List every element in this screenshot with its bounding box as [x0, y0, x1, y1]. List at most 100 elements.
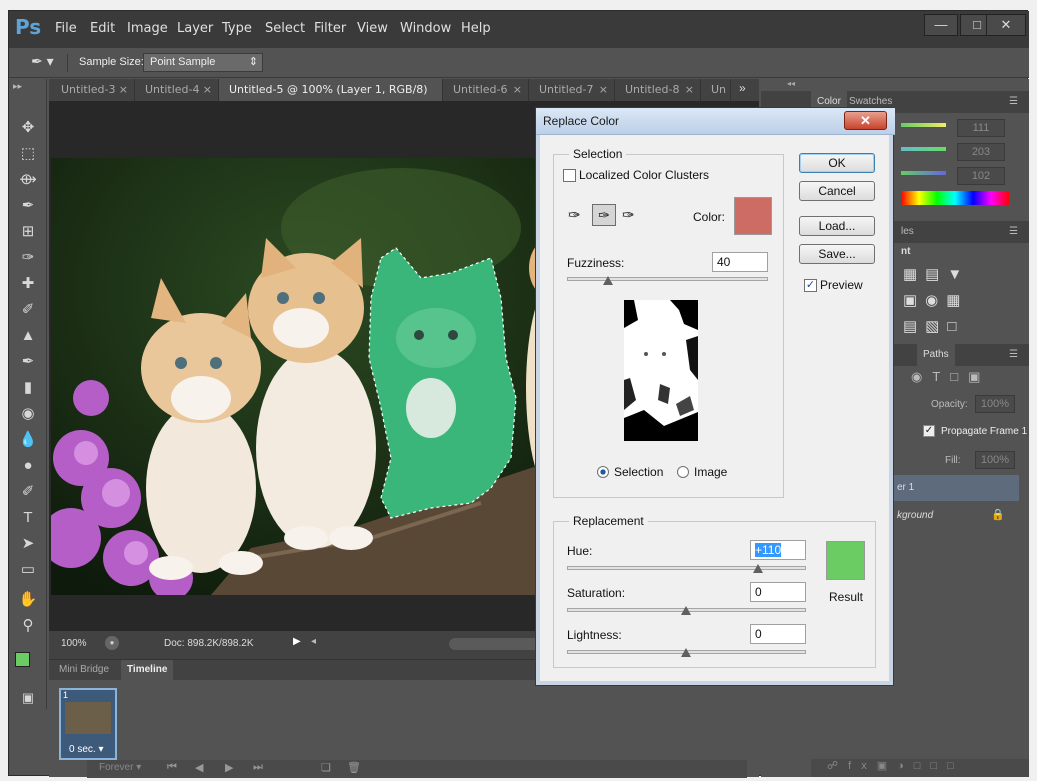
menu-help[interactable]: Help: [461, 21, 491, 36]
adjustment-icons-row-2[interactable]: ▣◉▦: [903, 291, 968, 309]
panel-menu-icon[interactable]: ☰: [1009, 344, 1018, 366]
move-tool-icon[interactable]: ✥: [15, 117, 41, 139]
menu-view[interactable]: View: [357, 21, 388, 36]
menu-image[interactable]: Image: [127, 21, 168, 36]
hue-slider-thumb[interactable]: [753, 564, 763, 573]
hue-input[interactable]: +110: [750, 540, 806, 560]
color-value-b[interactable]: 102: [957, 167, 1005, 185]
result-swatch[interactable]: [826, 541, 865, 580]
eyedropper-icon[interactable]: ✒ ▾: [31, 53, 59, 73]
preview-checkbox[interactable]: ✓: [804, 279, 817, 292]
kittens-photo[interactable]: [51, 158, 561, 595]
tab-untitled-3[interactable]: Untitled-3 ×: [51, 79, 135, 101]
tab-untitled-7[interactable]: Untitled-7 ×: [529, 79, 615, 101]
dodge-tool-icon[interactable]: ●: [15, 455, 41, 477]
menu-window[interactable]: Window: [400, 21, 451, 36]
sample-size-select[interactable]: Point Sample ⇕: [143, 53, 263, 72]
menu-edit[interactable]: Edit: [90, 21, 115, 36]
share-icon[interactable]: ●: [105, 636, 119, 650]
animation-frame[interactable]: 1 0 sec. ▾: [59, 688, 117, 760]
history-brush-icon[interactable]: ✒: [15, 351, 41, 373]
fill-field[interactable]: 100%: [975, 451, 1015, 469]
lasso-tool-icon[interactable]: ⟴: [15, 169, 41, 191]
load-button[interactable]: Load...: [799, 216, 875, 236]
saturation-input[interactable]: 0: [750, 582, 806, 602]
collapse-tools-icon[interactable]: ▸▸: [13, 81, 22, 92]
color-spectrum[interactable]: [901, 191, 1009, 205]
collapse-panels-icon[interactable]: ◂◂: [761, 79, 1029, 91]
saturation-slider-thumb[interactable]: [681, 606, 691, 615]
loop-select[interactable]: Forever ▾: [99, 762, 141, 773]
adjustments-tab-fragment[interactable]: les: [901, 221, 914, 243]
tab-paths[interactable]: Paths: [917, 344, 955, 366]
delete-frame-icon[interactable]: 🗑: [347, 761, 361, 774]
panel-menu-icon[interactable]: ☰: [1009, 221, 1018, 243]
hand-tool-icon[interactable]: ✋: [15, 589, 41, 611]
zoom-level[interactable]: 100%: [61, 638, 87, 649]
zoom-tool-icon[interactable]: ⚲: [15, 615, 41, 637]
paint-bucket-icon[interactable]: ◉: [15, 403, 41, 425]
menu-select[interactable]: Select: [265, 21, 305, 36]
blue-slider[interactable]: [901, 171, 946, 175]
scroll-left-icon[interactable]: ◂: [311, 636, 316, 647]
pen-tool-icon[interactable]: ✐: [15, 481, 41, 503]
color-value-g[interactable]: 203: [957, 143, 1005, 161]
panel-menu-icon[interactable]: ☰: [1009, 91, 1018, 113]
menu-layer[interactable]: Layer: [177, 21, 213, 36]
foreground-color[interactable]: [15, 652, 30, 667]
eyedropper-minus-icon[interactable]: ✑: [622, 206, 635, 224]
brush-tool-icon[interactable]: ✐: [15, 299, 41, 321]
close-window-button[interactable]: ✕: [986, 14, 1026, 36]
eyedropper-icon[interactable]: ✑: [568, 206, 581, 224]
radio-selection[interactable]: [597, 466, 609, 478]
layer-filter-icons[interactable]: ◉T□▣: [911, 369, 990, 385]
marquee-tool-icon[interactable]: ⬚: [15, 143, 41, 165]
menu-filter[interactable]: Filter: [314, 21, 346, 36]
eraser-tool-icon[interactable]: ▮: [15, 377, 41, 399]
opacity-field[interactable]: 100%: [975, 395, 1015, 413]
hue-slider[interactable]: [567, 566, 806, 570]
next-frame-icon[interactable]: ⏭: [253, 761, 263, 774]
prev-frame-icon[interactable]: ◀: [195, 761, 203, 774]
ok-button[interactable]: OK: [799, 153, 875, 173]
eyedropper-tool-icon[interactable]: ✑: [15, 247, 41, 269]
selection-color-swatch[interactable]: [734, 197, 772, 235]
menu-type[interactable]: Type: [222, 21, 252, 36]
fuzziness-slider-thumb[interactable]: [603, 276, 613, 285]
propagate-checkbox[interactable]: ✓: [923, 425, 935, 437]
healing-tool-icon[interactable]: ✚: [15, 273, 41, 295]
localized-checkbox[interactable]: [563, 169, 576, 182]
crop-tool-icon[interactable]: ⊞: [15, 221, 41, 243]
eyedropper-plus-icon[interactable]: ✑: [592, 204, 616, 226]
frame-delay[interactable]: 0 sec. ▾: [69, 744, 104, 755]
tab-mini-bridge[interactable]: Mini Bridge: [55, 662, 113, 678]
more-tabs-icon[interactable]: »: [739, 81, 746, 95]
fuzziness-slider[interactable]: [567, 277, 768, 281]
radio-image[interactable]: [677, 466, 689, 478]
lightness-input[interactable]: 0: [750, 624, 806, 644]
cancel-button[interactable]: Cancel: [799, 181, 875, 201]
color-value-r[interactable]: 111: [957, 119, 1005, 137]
play-icon[interactable]: ▶: [225, 761, 233, 774]
menu-file[interactable]: File: [55, 21, 77, 36]
new-frame-icon[interactable]: ❏: [321, 761, 331, 774]
red-slider[interactable]: [901, 123, 946, 127]
tab-untitled-6[interactable]: Untitled-6 ×: [443, 79, 529, 101]
adjustment-icons-row-3[interactable]: ▤▧□: [903, 317, 964, 335]
adjustment-icons-row-1[interactable]: ▦▤▼: [903, 265, 970, 283]
first-frame-icon[interactable]: ⏮: [167, 761, 177, 774]
tab-untitled-8[interactable]: Untitled-8 ×: [615, 79, 701, 101]
type-tool-icon[interactable]: T: [15, 507, 41, 529]
save-button[interactable]: Save...: [799, 244, 875, 264]
tab-untitled-5[interactable]: Untitled-5 @ 100% (Layer 1, RGB/8) * ×: [219, 79, 443, 118]
tab-untitled-4[interactable]: Untitled-4 ×: [135, 79, 219, 101]
quick-select-tool-icon[interactable]: ✒: [15, 195, 41, 217]
minimize-button[interactable]: —: [924, 14, 958, 36]
blur-tool-icon[interactable]: 💧: [15, 429, 41, 451]
fuzziness-input[interactable]: 40: [712, 252, 768, 272]
green-slider[interactable]: [901, 147, 946, 151]
lightness-slider-thumb[interactable]: [681, 648, 691, 657]
status-menu-icon[interactable]: ▶: [293, 636, 301, 647]
layers-footer-icons[interactable]: ☍fx▣◑□□□: [811, 759, 1029, 777]
quick-mask-icon[interactable]: ▣: [15, 687, 41, 709]
